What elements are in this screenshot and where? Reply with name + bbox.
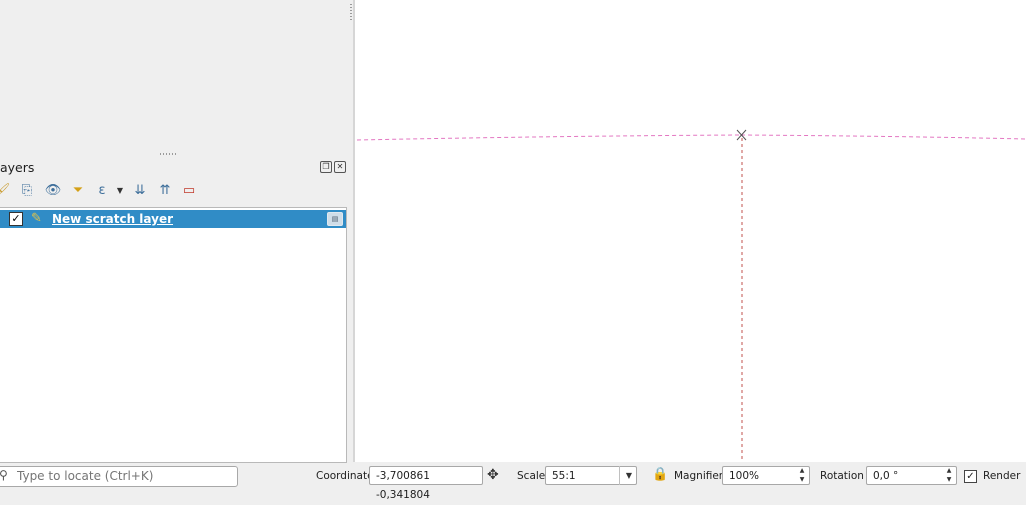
lock-scale-icon[interactable]: 🔒 [652, 467, 668, 482]
filter-icon[interactable]: ⏷ [68, 181, 88, 201]
style-icon[interactable]: 🖌 [0, 181, 12, 201]
chevron-down-icon[interactable]: ▼ [110, 181, 130, 201]
scratch-layer-icon: ✎ [31, 211, 42, 226]
render-checkbox[interactable]: ✓ [964, 470, 977, 483]
collapse-all-icon[interactable]: ⇈ [155, 181, 175, 201]
scale-label: Scale [517, 470, 546, 482]
coordinate-label: Coordinate [316, 470, 374, 482]
coordinate-field[interactable]: -3,700861 -0,341804 [369, 466, 483, 501]
close-panel-button[interactable]: ✕ [334, 161, 346, 173]
visibility-eye-icon[interactable]: 👁 [43, 181, 63, 201]
layers-panel-title: ayers [0, 160, 35, 175]
remove-layer-icon[interactable]: ▭ [179, 181, 199, 201]
chevron-down-icon[interactable]: ▼ [619, 466, 638, 485]
rotation-label: Rotation [820, 470, 864, 482]
layer-visibility-checkbox[interactable]: ✓ [9, 212, 23, 226]
rotation-spin-arrows-icon[interactable]: ▲ ▼ [943, 466, 955, 485]
locator-input[interactable] [17, 468, 227, 484]
dock-resize-grip[interactable] [350, 4, 352, 22]
float-panel-button[interactable]: ❐ [320, 161, 332, 173]
horizontal-guide-line-left [356, 134, 742, 141]
search-icon: ⚲ [0, 468, 8, 482]
magnifier-spin-arrows-icon[interactable]: ▲ ▼ [796, 466, 808, 485]
layers-toolbar: 🖌 ⎘ 👁 ⏷ ε ▼ ⇊ ⇈ ▭ [0, 181, 348, 203]
layer-name[interactable]: New scratch layer [52, 212, 173, 226]
magnifier-label: Magnifier [674, 470, 724, 482]
status-bar: ⚲ Coordinate -3,700861 -0,341804 ✥ Scale… [0, 463, 1026, 501]
expression-filter-icon[interactable]: ε [92, 181, 112, 201]
map-crosshair-overlay [356, 129, 1026, 462]
horizontal-guide-line-right [740, 134, 1026, 140]
panel-splitter-grip[interactable] [160, 153, 176, 155]
empty-dock-area [0, 0, 350, 157]
map-canvas[interactable] [355, 0, 1026, 462]
render-label: Render [983, 470, 1021, 482]
toggle-extents-mouse-icon[interactable]: ✥ [487, 467, 499, 483]
add-group-icon[interactable]: ⎘ [17, 181, 37, 201]
locator-bar[interactable]: ⚲ [0, 466, 238, 487]
expand-all-icon[interactable]: ⇊ [130, 181, 150, 201]
layer-tree[interactable]: ✓ ✎ New scratch layer ▤ [0, 207, 347, 463]
layer-item[interactable]: ✓ ✎ New scratch layer ▤ [0, 210, 346, 228]
temporary-layer-indicator-icon[interactable]: ▤ [327, 212, 343, 226]
